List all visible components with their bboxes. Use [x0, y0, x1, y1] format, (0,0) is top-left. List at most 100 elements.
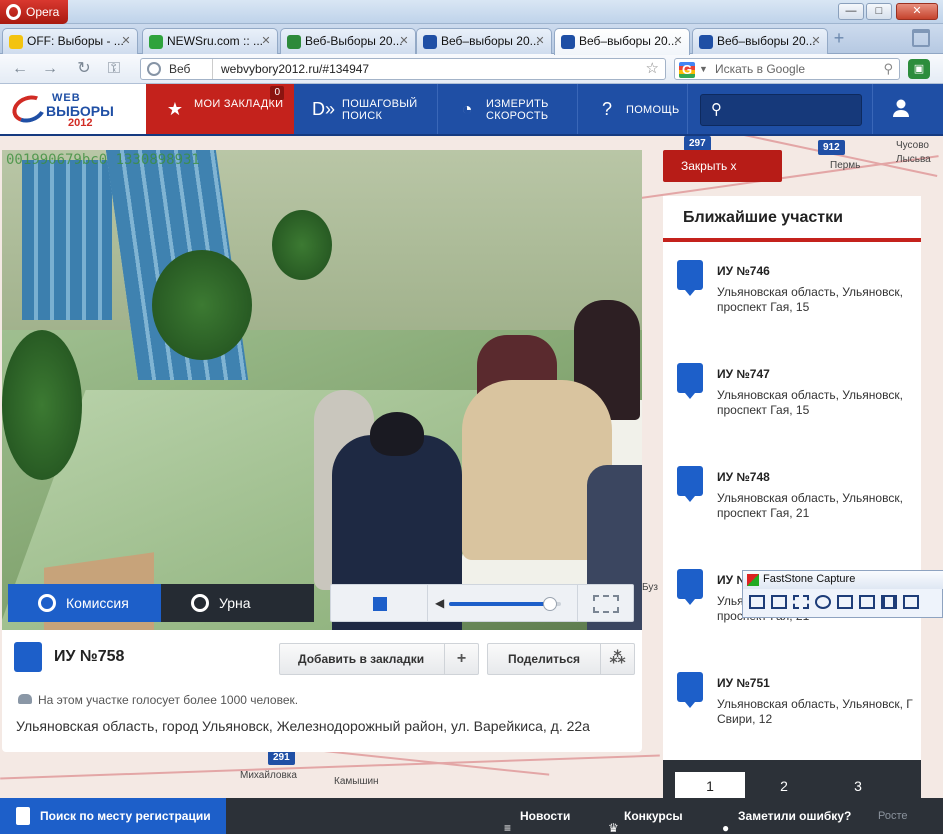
station-name[interactable]: ИУ №747: [717, 367, 770, 381]
list-item[interactable]: ИУ №747 Ульяновская область, Ульяновск, …: [663, 363, 921, 463]
capture-fullscreen-icon[interactable]: [837, 595, 853, 609]
station-name[interactable]: ИУ №748: [717, 470, 770, 484]
nav-step-search[interactable]: D» ПОШАГОВЫЙ ПОИСК: [294, 84, 438, 134]
comment-icon: ●: [722, 821, 730, 834]
nav-my-bookmarks[interactable]: ★ МОИ ЗАКЛАДКИ 0: [146, 84, 294, 134]
page-3-button[interactable]: 3: [823, 772, 893, 800]
tab-close-icon[interactable]: ✕: [809, 34, 823, 48]
station-info-panel: ИУ №758 Добавить в закладки + Поделиться…: [2, 630, 642, 752]
opera-logo-icon: [6, 4, 21, 20]
browser-tab[interactable]: Веб–выборы 20... ✕: [692, 28, 828, 54]
news-icon: ≡: [504, 821, 512, 834]
site-logo[interactable]: WEB ВЫБОРЫ 2012: [0, 84, 146, 134]
browser-tab[interactable]: NEWSru.com :: ... ✕: [142, 28, 278, 54]
nearby-stations-sidebar: Ближайшие участки ИУ №746 Ульяновская об…: [663, 196, 921, 798]
tab-label: Веб–выборы 20...: [579, 34, 678, 48]
list-item[interactable]: ИУ №751 Ульяновская область, Ульяновск, …: [663, 672, 921, 772]
tab-close-icon[interactable]: ✕: [671, 34, 685, 48]
close-window-button[interactable]: ✕: [896, 3, 938, 20]
tab-close-icon[interactable]: ✕: [259, 34, 273, 48]
browser-tab[interactable]: Веб-Выборы 20... ✕: [280, 28, 416, 54]
tab-close-icon[interactable]: ✕: [397, 34, 411, 48]
ballot-icon: [677, 466, 703, 502]
reload-icon[interactable]: ↻: [74, 59, 94, 79]
tab-close-icon[interactable]: ✕: [533, 34, 547, 48]
page-2-button[interactable]: 2: [749, 772, 819, 800]
station-name[interactable]: ИУ №751: [717, 676, 770, 690]
map-label: Михайловка: [240, 770, 297, 781]
browser-tab[interactable]: Веб–выборы 20... ✕: [416, 28, 552, 54]
tab-urn-label: Урна: [219, 595, 251, 611]
search-placeholder[interactable]: Искать в Google: [715, 59, 805, 79]
page-1-button[interactable]: 1: [675, 772, 745, 800]
station-name[interactable]: ИУ №746: [717, 264, 770, 278]
site-search-input[interactable]: ⚲: [700, 94, 862, 126]
map-label: Буз: [642, 582, 658, 593]
map-marker[interactable]: 297: [684, 136, 711, 151]
contests-link[interactable]: ♛ Конкурсы: [606, 798, 683, 834]
tab-label: NEWSru.com :: ...: [167, 34, 264, 48]
capture-freehand-icon[interactable]: [815, 595, 831, 609]
user-button[interactable]: [872, 84, 943, 134]
list-item[interactable]: ИУ №748 Ульяновская область, Ульяновск, …: [663, 466, 921, 566]
search-by-registration-button[interactable]: Поиск по месту регистрации: [0, 798, 226, 834]
address-field[interactable]: Веб webvybory2012.ru/#134947 ☆: [140, 58, 666, 80]
tab-commission-camera[interactable]: Комиссия: [8, 584, 161, 622]
report-error-label: Заметили ошибку?: [738, 809, 852, 823]
share-button[interactable]: Поделиться ⁂: [487, 643, 635, 675]
capture-scrolling-icon[interactable]: [859, 595, 875, 609]
url-text[interactable]: webvybory2012.ru/#134947: [221, 59, 369, 79]
tab-close-icon[interactable]: ✕: [119, 34, 133, 48]
trophy-icon: ♛: [608, 821, 619, 834]
faststone-titlebar[interactable]: FastStone Capture: [743, 571, 943, 589]
map-marker[interactable]: 912: [818, 140, 845, 155]
trash-icon[interactable]: [912, 29, 930, 47]
nav-measure-speed[interactable]: ◔ ИЗМЕРИТЬ СКОРОСТЬ: [438, 84, 578, 134]
volume-knob[interactable]: [542, 597, 557, 611]
site-header: WEB ВЫБОРЫ 2012 ★ МОИ ЗАКЛАДКИ 0 D» ПОША…: [0, 84, 943, 136]
map-label: Камышин: [334, 776, 379, 787]
tab-urn-camera[interactable]: Урна: [161, 584, 314, 622]
forward-icon[interactable]: →: [40, 59, 60, 79]
news-label: Новости: [520, 809, 571, 823]
capture-object-icon[interactable]: [771, 595, 787, 609]
search-icon[interactable]: ⚲: [883, 59, 893, 79]
add-to-bookmarks-button[interactable]: Добавить в закладки +: [279, 643, 479, 675]
opera-menu-button[interactable]: Opera: [0, 0, 68, 24]
stop-icon[interactable]: [373, 597, 387, 611]
sidebar-heading: Ближайшие участки: [663, 196, 921, 242]
capture-window-icon[interactable]: [749, 595, 765, 609]
fullscreen-icon[interactable]: [593, 595, 619, 613]
tab-label: Веб–выборы 20...: [441, 34, 540, 48]
back-icon[interactable]: ←: [10, 59, 30, 79]
question-icon: ?: [601, 99, 612, 119]
chevron-down-icon[interactable]: ▼: [699, 64, 708, 74]
key-icon[interactable]: ⚿: [104, 59, 124, 79]
faststone-capture-toolbar[interactable]: FastStone Capture: [742, 570, 943, 618]
capture-region-icon[interactable]: [793, 595, 809, 609]
nav-measure-speed-label: ИЗМЕРИТЬ СКОРОСТЬ: [486, 98, 549, 122]
news-link[interactable]: ≡ Новости: [502, 798, 570, 834]
close-sidebar-button[interactable]: Закрыть x: [663, 150, 782, 182]
browser-tab[interactable]: OFF: Выборы - ... ✕: [2, 28, 138, 54]
maximize-button[interactable]: □: [866, 3, 892, 20]
bookmark-star-icon[interactable]: ☆: [646, 59, 659, 79]
search-by-registration-label: Поиск по месту регистрации: [40, 809, 211, 823]
report-error-link[interactable]: ● Заметили ошибку?: [720, 798, 851, 834]
minimize-button[interactable]: —: [838, 3, 864, 20]
search-field[interactable]: G ▼ Искать в Google ⚲: [674, 58, 900, 80]
browser-tab[interactable]: Веб–выборы 20... ✕: [554, 28, 690, 55]
opera-unite-icon[interactable]: ▣: [908, 59, 930, 79]
camera-video[interactable]: 001990679bc0 1330898931: [2, 150, 642, 630]
tab-favicon-icon: [699, 35, 713, 49]
ballot-icon: [677, 569, 703, 605]
volume-slider[interactable]: [449, 597, 561, 611]
map-marker[interactable]: 291: [268, 750, 295, 765]
screen-recorder-icon[interactable]: [903, 595, 919, 609]
new-tab-icon[interactable]: +: [830, 29, 848, 47]
list-item[interactable]: ИУ №746 Ульяновская область, Ульяновск, …: [663, 260, 921, 360]
volume-icon[interactable]: ◀: [435, 596, 444, 610]
google-icon[interactable]: G: [679, 62, 695, 78]
capture-fixed-region-icon[interactable]: [881, 595, 897, 609]
nav-help[interactable]: ? ПОМОЩЬ: [578, 84, 688, 134]
